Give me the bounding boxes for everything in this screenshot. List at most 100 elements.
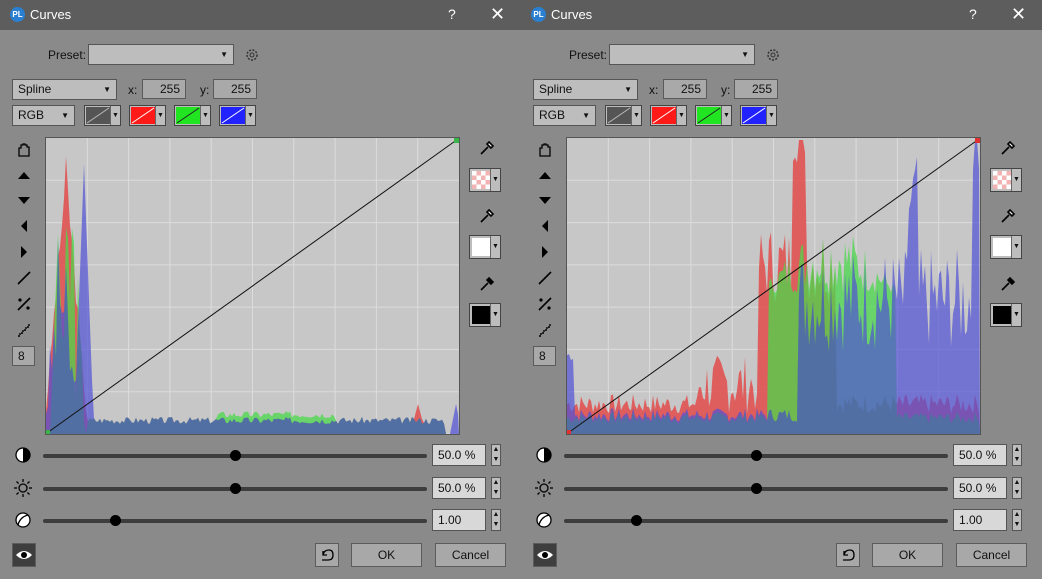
brightness-value[interactable]: 50.0 % (953, 477, 1007, 499)
preview-toggle-button[interactable] (533, 543, 557, 567)
gear-icon[interactable] (765, 47, 781, 63)
ok-button[interactable]: OK (872, 543, 943, 567)
gray-point-picker[interactable]: ▼ (469, 168, 501, 192)
brightness-slider[interactable] (43, 483, 427, 494)
preset-dropdown[interactable]: ▼ (88, 44, 234, 65)
curve-mode-dropdown[interactable]: Spline ▼ (533, 79, 638, 100)
gamma-slider-handle[interactable] (631, 515, 643, 526)
title-bar[interactable]: PL Curves ? ✕ (521, 0, 1042, 30)
gamma-spinner[interactable]: ▲ ▼ (1012, 509, 1022, 531)
channel-rgb-button[interactable]: ▼ (84, 105, 121, 126)
brightness-slider-handle[interactable] (229, 483, 241, 494)
chevron-down-icon: ▼ (490, 304, 500, 326)
invert-curve-icon[interactable] (535, 294, 555, 314)
posterize-levels-input[interactable]: 8 (12, 346, 35, 366)
hand-tool-icon[interactable] (535, 140, 555, 160)
gamma-value[interactable]: 1.00 (432, 509, 486, 531)
linear-curve-icon[interactable] (14, 268, 34, 288)
contrast-spinner[interactable]: ▲ ▼ (491, 444, 501, 466)
hand-tool-icon[interactable] (14, 140, 34, 160)
white-point-picker[interactable]: ▼ (469, 235, 501, 259)
contrast-slider-handle[interactable] (229, 450, 241, 461)
black-point-picker[interactable]: ▼ (990, 303, 1022, 327)
contrast-slider[interactable] (43, 450, 427, 461)
cancel-button[interactable]: Cancel (956, 543, 1027, 567)
title-bar[interactable]: PL Curves ? ✕ (0, 0, 521, 30)
arrow-left-icon[interactable] (14, 216, 34, 236)
chevron-down-icon: ▼ (490, 236, 500, 258)
posterize-curve-icon[interactable] (14, 320, 34, 340)
cancel-button[interactable]: Cancel (435, 543, 506, 567)
gamma-spinner[interactable]: ▲ ▼ (491, 509, 501, 531)
channel-red-button[interactable]: ▼ (129, 105, 166, 126)
white-point-picker[interactable]: ▼ (990, 235, 1022, 259)
channel-rgb-button[interactable]: ▼ (605, 105, 642, 126)
green-curve-swatch-icon (176, 107, 200, 124)
curve-mode-dropdown[interactable]: Spline ▼ (12, 79, 117, 100)
close-button[interactable]: ✕ (1011, 4, 1026, 25)
gray-point-eyedropper-icon[interactable] (478, 139, 496, 157)
channel-blue-button[interactable]: ▼ (219, 105, 256, 126)
linear-curve-icon[interactable] (535, 268, 555, 288)
black-point-eyedropper-icon[interactable] (478, 275, 496, 293)
arrow-right-icon[interactable] (535, 242, 555, 262)
brightness-slider-handle[interactable] (750, 483, 762, 494)
close-button[interactable]: ✕ (490, 4, 505, 25)
channel-green-button[interactable]: ▼ (695, 105, 732, 126)
invert-curve-icon[interactable] (14, 294, 34, 314)
channel-value: RGB (539, 108, 566, 122)
curves-graph[interactable] (566, 137, 981, 435)
arrow-down-icon[interactable] (14, 190, 34, 210)
preview-toggle-button[interactable] (12, 543, 36, 567)
help-button[interactable]: ? (448, 6, 456, 22)
posterize-curve-icon[interactable] (535, 320, 555, 340)
arrow-up-icon[interactable] (535, 165, 555, 185)
contrast-spinner[interactable]: ▲ ▼ (1012, 444, 1022, 466)
white-point-eyedropper-icon[interactable] (999, 207, 1017, 225)
posterize-levels-input[interactable]: 8 (533, 346, 556, 366)
channel-blue-button[interactable]: ▼ (740, 105, 777, 126)
gamma-slider[interactable] (43, 515, 427, 526)
reset-button[interactable] (836, 543, 860, 567)
gamma-value[interactable]: 1.00 (953, 509, 1007, 531)
contrast-value[interactable]: 50.0 % (953, 444, 1007, 466)
chevron-down-icon: ▼ (1011, 304, 1021, 326)
x-input[interactable]: 255 (663, 79, 707, 99)
gray-point-picker[interactable]: ▼ (990, 168, 1022, 192)
brightness-slider[interactable] (564, 483, 948, 494)
channel-green-button[interactable]: ▼ (174, 105, 211, 126)
curve-mode-value: Spline (539, 82, 573, 96)
arrow-right-icon[interactable] (14, 242, 34, 262)
contrast-icon (536, 447, 552, 463)
channel-dropdown[interactable]: RGB ▼ (533, 105, 596, 126)
chevron-down-icon: ▼ (721, 106, 731, 125)
brightness-spinner[interactable]: ▲ ▼ (1012, 477, 1022, 499)
arrow-up-icon[interactable] (14, 165, 34, 185)
ok-button[interactable]: OK (351, 543, 422, 567)
app-logo-icon: PL (531, 7, 546, 22)
channel-red-button[interactable]: ▼ (650, 105, 687, 126)
black-point-picker[interactable]: ▼ (469, 303, 501, 327)
black-point-eyedropper-icon[interactable] (999, 275, 1017, 293)
gear-icon[interactable] (244, 47, 260, 63)
contrast-slider-handle[interactable] (750, 450, 762, 461)
white-point-eyedropper-icon[interactable] (478, 207, 496, 225)
channel-dropdown[interactable]: RGB ▼ (12, 105, 75, 126)
y-input[interactable]: 255 (734, 79, 778, 99)
curves-graph[interactable] (45, 137, 460, 435)
gamma-slider[interactable] (564, 515, 948, 526)
help-button[interactable]: ? (969, 6, 977, 22)
y-input[interactable]: 255 (213, 79, 257, 99)
gray-point-eyedropper-icon[interactable] (999, 139, 1017, 157)
preset-dropdown[interactable]: ▼ (609, 44, 755, 65)
reset-button[interactable] (315, 543, 339, 567)
eye-icon (16, 551, 32, 559)
contrast-slider[interactable] (564, 450, 948, 461)
gamma-slider-handle[interactable] (110, 515, 122, 526)
contrast-value[interactable]: 50.0 % (432, 444, 486, 466)
x-input[interactable]: 255 (142, 79, 186, 99)
arrow-left-icon[interactable] (535, 216, 555, 236)
brightness-spinner[interactable]: ▲ ▼ (491, 477, 501, 499)
brightness-value[interactable]: 50.0 % (432, 477, 486, 499)
arrow-down-icon[interactable] (535, 190, 555, 210)
